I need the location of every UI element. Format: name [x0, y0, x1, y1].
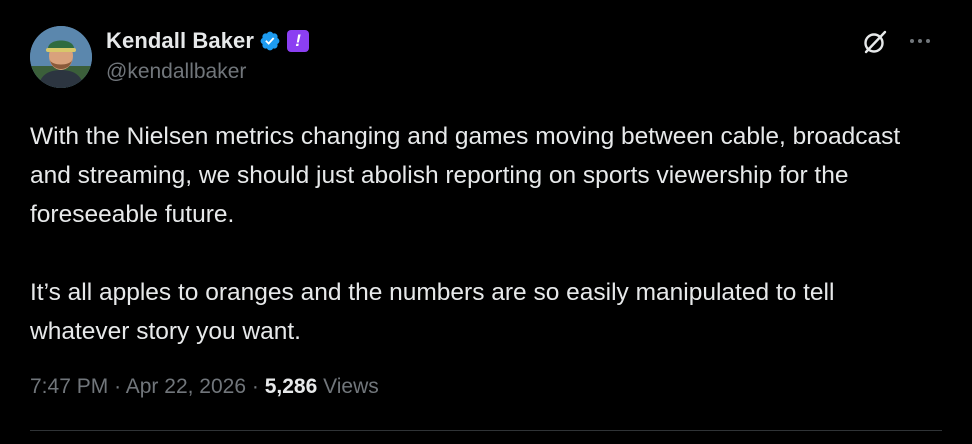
affiliate-badge-icon[interactable]: ! [287, 30, 310, 52]
post-paragraph: It’s all apples to oranges and the numbe… [30, 279, 835, 345]
verified-badge-icon[interactable] [259, 30, 281, 52]
views-count: 5,286 [264, 375, 318, 398]
author-display-name[interactable]: Kendall Baker [106, 28, 254, 54]
avatar-photo [30, 26, 92, 88]
divider [30, 430, 942, 431]
post-paragraph: With the Nielsen metrics changing and ga… [30, 123, 901, 228]
author-name-row: Kendall Baker ! [106, 28, 310, 54]
meta-separator: · [114, 375, 122, 398]
post-text: With the Nielsen metrics changing and ga… [30, 117, 930, 351]
avatar[interactable] [30, 26, 92, 88]
grok-icon[interactable] [861, 28, 889, 56]
views-label: Views [323, 375, 379, 398]
meta-separator: · [251, 375, 259, 398]
post-date[interactable]: Apr 22, 2026 [126, 375, 246, 398]
post-card: Kendall Baker ! @kendallbaker With the N… [0, 0, 972, 444]
post-metadata: 7:47 PM · Apr 22, 2026 · 5,286 Views [30, 375, 379, 399]
more-icon[interactable] [906, 27, 934, 55]
author-handle[interactable]: @kendallbaker [106, 60, 246, 84]
post-time[interactable]: 7:47 PM [30, 375, 108, 398]
